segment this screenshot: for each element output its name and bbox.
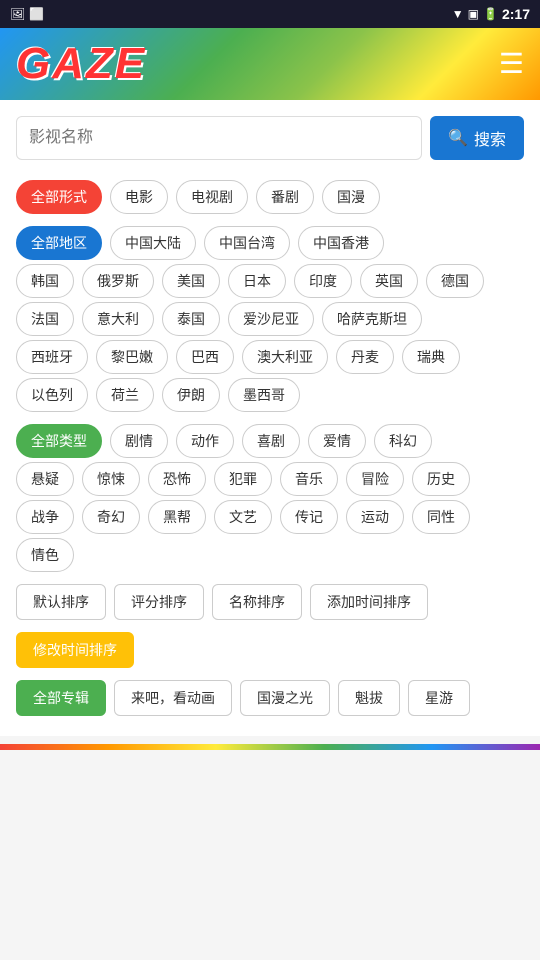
search-bar: 🔍 搜索 [16, 116, 524, 160]
tag-italy[interactable]: 意大利 [82, 302, 154, 336]
tag-all-region[interactable]: 全部地区 [16, 226, 102, 260]
tag-crime[interactable]: 犯罪 [214, 462, 272, 496]
tag-sports[interactable]: 运动 [346, 500, 404, 534]
wifi-icon: ▼ [452, 7, 464, 21]
sort-options-2: 修改时间排序 [16, 632, 524, 668]
genre-row-2: 悬疑 惊悚 恐怖 犯罪 音乐 冒险 历史 [16, 462, 524, 496]
tag-usa[interactable]: 美国 [162, 264, 220, 298]
tag-brazil[interactable]: 巴西 [176, 340, 234, 374]
special-all[interactable]: 全部专辑 [16, 680, 106, 716]
tag-art[interactable]: 文艺 [214, 500, 272, 534]
tag-spain[interactable]: 西班牙 [16, 340, 88, 374]
sim-icon: ▣ [468, 7, 479, 21]
special-section: 全部专辑 来吧，看动画 国漫之光 魁拔 星游 [16, 680, 524, 716]
region-filter: 全部地区 中国大陆 中国台湾 中国香港 韩国 俄罗斯 美国 日本 印度 英国 德… [16, 226, 524, 412]
status-bar: 🖼 ⬜ ▼ ▣ 🔋 2:17 [0, 0, 540, 28]
form-filter: 全部形式 电影 电视剧 番剧 国漫 [16, 180, 524, 214]
bottom-color-bar [0, 744, 540, 750]
search-button[interactable]: 🔍 搜索 [430, 116, 524, 160]
sort-default[interactable]: 默认排序 [16, 584, 106, 620]
tag-israel[interactable]: 以色列 [16, 378, 88, 412]
tag-uk[interactable]: 英国 [360, 264, 418, 298]
logo: GAZE [16, 39, 146, 89]
tag-australia[interactable]: 澳大利亚 [242, 340, 328, 374]
tag-thailand[interactable]: 泰国 [162, 302, 220, 336]
genre-row-3: 战争 奇幻 黑帮 文艺 传记 运动 同性 [16, 500, 524, 534]
search-icon: 🔍 [448, 128, 468, 148]
sort-options: 默认排序 评分排序 名称排序 添加时间排序 [16, 584, 524, 620]
genre-row-1: 全部类型 剧情 动作 喜剧 爱情 科幻 [16, 424, 524, 458]
sort-add-time[interactable]: 添加时间排序 [310, 584, 428, 620]
clock: 2:17 [502, 6, 530, 22]
genre-row-4: 情色 [16, 538, 524, 572]
tag-romance[interactable]: 爱情 [308, 424, 366, 458]
region-row-5: 以色列 荷兰 伊朗 墨西哥 [16, 378, 524, 412]
tag-mystery[interactable]: 悬疑 [16, 462, 74, 496]
tag-all-genre[interactable]: 全部类型 [16, 424, 102, 458]
tag-iran[interactable]: 伊朗 [162, 378, 220, 412]
tag-mexico[interactable]: 墨西哥 [228, 378, 300, 412]
tag-erotic[interactable]: 情色 [16, 538, 74, 572]
region-row-1: 全部地区 中国大陆 中国台湾 中国香港 [16, 226, 524, 260]
tag-estonia[interactable]: 爱沙尼亚 [228, 302, 314, 336]
tag-comedy[interactable]: 喜剧 [242, 424, 300, 458]
tag-anime[interactable]: 番剧 [256, 180, 314, 214]
sort-rating[interactable]: 评分排序 [114, 584, 204, 620]
tag-germany[interactable]: 德国 [426, 264, 484, 298]
form-tag-row: 全部形式 电影 电视剧 番剧 国漫 [16, 180, 524, 214]
tag-china-taiwan[interactable]: 中国台湾 [204, 226, 290, 260]
search-button-label: 搜索 [474, 126, 506, 150]
search-input[interactable] [16, 116, 422, 160]
tag-france[interactable]: 法国 [16, 302, 74, 336]
special-xingyou[interactable]: 星游 [408, 680, 470, 716]
tag-chinese-anime[interactable]: 国漫 [322, 180, 380, 214]
tag-denmark[interactable]: 丹麦 [336, 340, 394, 374]
tag-russia[interactable]: 俄罗斯 [82, 264, 154, 298]
main-content: 🔍 搜索 全部形式 电影 电视剧 番剧 国漫 全部地区 中国大陆 中国台湾 中国… [0, 100, 540, 736]
tag-gangster[interactable]: 黑帮 [148, 500, 206, 534]
tag-war[interactable]: 战争 [16, 500, 74, 534]
right-status-icons: ▼ ▣ 🔋 2:17 [452, 6, 530, 22]
region-row-3: 法国 意大利 泰国 爱沙尼亚 哈萨克斯坦 [16, 302, 524, 336]
tag-korea[interactable]: 韩国 [16, 264, 74, 298]
tag-india[interactable]: 印度 [294, 264, 352, 298]
tag-scifi[interactable]: 科幻 [374, 424, 432, 458]
region-row-2: 韩国 俄罗斯 美国 日本 印度 英国 德国 [16, 264, 524, 298]
tag-horror[interactable]: 恐怖 [148, 462, 206, 496]
tag-adventure[interactable]: 冒险 [346, 462, 404, 496]
battery-icon: 🔋 [483, 7, 498, 21]
gallery-icon: 🖼 [10, 7, 25, 21]
special-kuiba[interactable]: 魁拔 [338, 680, 400, 716]
genre-filter: 全部类型 剧情 动作 喜剧 爱情 科幻 悬疑 惊悚 恐怖 犯罪 音乐 冒险 历史… [16, 424, 524, 572]
square-icon: ⬜ [29, 7, 44, 21]
tag-biography[interactable]: 传记 [280, 500, 338, 534]
tag-drama[interactable]: 剧情 [110, 424, 168, 458]
tag-lgbt[interactable]: 同性 [412, 500, 470, 534]
menu-icon[interactable]: ☰ [499, 50, 524, 78]
special-animation[interactable]: 来吧，看动画 [114, 680, 232, 716]
tag-kazakhstan[interactable]: 哈萨克斯坦 [322, 302, 422, 336]
tag-fantasy[interactable]: 奇幻 [82, 500, 140, 534]
tag-china-mainland[interactable]: 中国大陆 [110, 226, 196, 260]
tag-action[interactable]: 动作 [176, 424, 234, 458]
sort-name[interactable]: 名称排序 [212, 584, 302, 620]
tag-movie[interactable]: 电影 [110, 180, 168, 214]
tag-japan[interactable]: 日本 [228, 264, 286, 298]
header: GAZE ☰ [0, 28, 540, 100]
tag-lebanon[interactable]: 黎巴嫩 [96, 340, 168, 374]
special-chinese-anime[interactable]: 国漫之光 [240, 680, 330, 716]
tag-sweden[interactable]: 瑞典 [402, 340, 460, 374]
status-icons: 🖼 ⬜ [10, 7, 44, 21]
tag-history[interactable]: 历史 [412, 462, 470, 496]
tag-tv[interactable]: 电视剧 [176, 180, 248, 214]
tag-thriller[interactable]: 惊悚 [82, 462, 140, 496]
sort-modify-time[interactable]: 修改时间排序 [16, 632, 134, 668]
tag-music[interactable]: 音乐 [280, 462, 338, 496]
tag-china-hk[interactable]: 中国香港 [298, 226, 384, 260]
tag-all-form[interactable]: 全部形式 [16, 180, 102, 214]
region-row-4: 西班牙 黎巴嫩 巴西 澳大利亚 丹麦 瑞典 [16, 340, 524, 374]
tag-netherlands[interactable]: 荷兰 [96, 378, 154, 412]
